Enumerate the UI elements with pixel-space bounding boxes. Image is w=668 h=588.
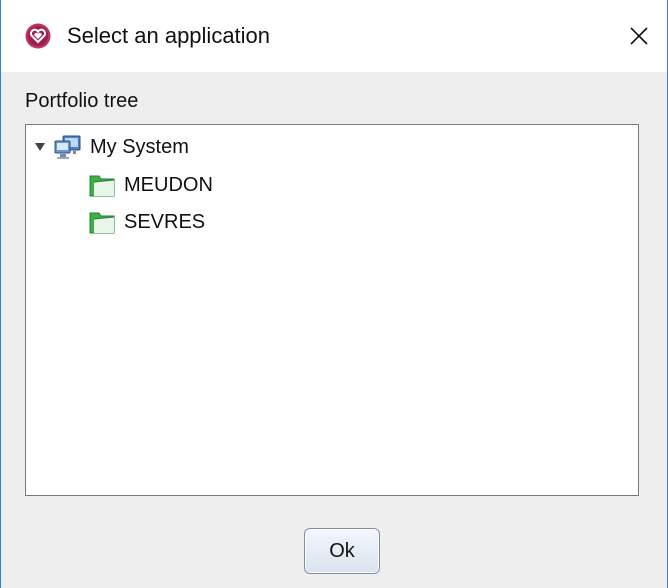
close-button[interactable] xyxy=(619,16,659,56)
portfolio-tree[interactable]: My System MEUDON SEVRES xyxy=(25,124,639,496)
triangle-down-icon xyxy=(35,143,45,151)
tree-node-label: MEUDON xyxy=(124,173,213,196)
tree-node-my-system[interactable]: My System xyxy=(34,132,189,162)
tree-node-meudon[interactable]: MEUDON xyxy=(88,170,213,200)
green-folder-icon xyxy=(89,175,115,197)
dialog-window: Select an application Portfolio tree My … xyxy=(0,0,668,588)
heart-shield-icon xyxy=(25,23,51,49)
tree-node-label: SEVRES xyxy=(124,210,206,233)
window-title: Select an application xyxy=(67,23,271,48)
tree-node-sevres[interactable]: SEVRES xyxy=(88,207,205,237)
close-icon xyxy=(630,27,648,45)
computer-network-icon xyxy=(54,135,81,159)
green-folder-icon xyxy=(89,212,115,234)
portfolio-tree-label: Portfolio tree xyxy=(25,90,139,112)
title-bar[interactable]: Select an application xyxy=(1,0,667,72)
tree-node-label: My System xyxy=(90,135,189,158)
expand-toggle[interactable] xyxy=(34,141,46,153)
ok-button[interactable]: Ok xyxy=(304,528,380,574)
dialog-content: Portfolio tree My System MEUDON SEVRES O… xyxy=(1,72,667,588)
